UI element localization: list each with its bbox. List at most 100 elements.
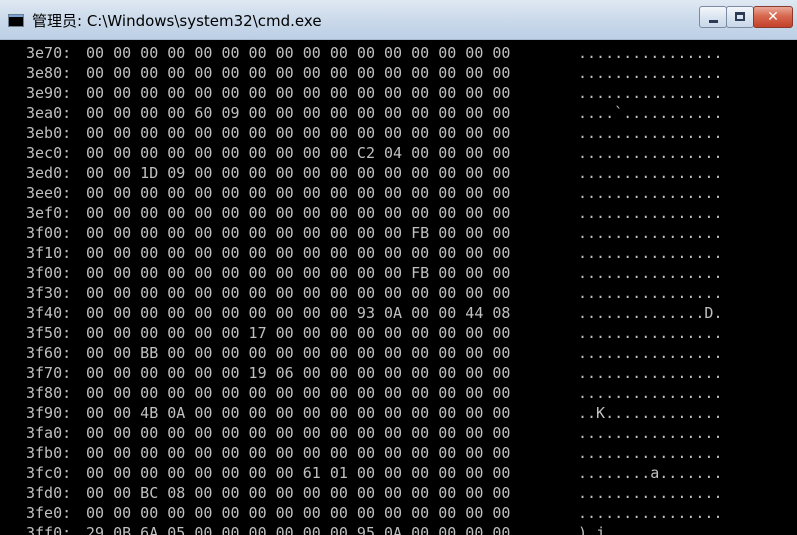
hex-dump-row: 3f50: 00 00 00 00 00 00 17 00 00 00 00 00… [0,323,797,343]
row-hex-bytes: 00 00 00 00 00 00 17 00 00 00 00 00 00 0… [86,324,511,342]
row-ascii: ................ [578,424,723,442]
row-address: 3fa0: [26,424,72,442]
row-address: 3e70: [26,44,72,62]
row-hex-bytes: 00 00 00 00 00 00 00 00 61 01 00 00 00 0… [86,464,511,482]
row-address: 3ef0: [26,204,72,222]
row-address: 3f30: [26,284,72,302]
row-address: 3ee0: [26,184,72,202]
row-hex-bytes: 00 00 00 00 00 00 00 00 00 00 93 0A 00 0… [86,304,511,322]
row-hex-bytes: 00 00 00 00 00 00 00 00 00 00 00 00 00 0… [86,44,511,62]
row-address: 3f70: [26,364,72,382]
hex-dump-row: 3f60: 00 00 BB 00 00 00 00 00 00 00 00 00… [0,343,797,363]
hex-dump-row: 3f00: 00 00 00 00 00 00 00 00 00 00 00 00… [0,223,797,243]
row-ascii: ................ [578,164,723,182]
row-address: 3ec0: [26,144,72,162]
row-hex-bytes: 00 00 00 00 00 00 00 00 00 00 00 00 00 0… [86,284,511,302]
row-address: 3e90: [26,84,72,102]
row-address: 3e80: [26,64,72,82]
row-address: 3f10: [26,244,72,262]
row-ascii: ....`........... [578,104,723,122]
row-ascii: ................ [578,84,723,102]
hex-dump-row: 3f10: 00 00 00 00 00 00 00 00 00 00 00 00… [0,243,797,263]
row-hex-bytes: 00 00 00 00 00 00 00 00 00 00 00 00 FB 0… [86,264,511,282]
row-hex-bytes: 00 00 00 00 60 09 00 00 00 00 00 00 00 0… [86,104,511,122]
row-hex-bytes: 29 0B 6A 05 00 00 00 00 00 00 95 0A 00 0… [86,524,511,535]
row-hex-bytes: 00 00 00 00 00 00 00 00 00 00 00 00 00 0… [86,84,511,102]
hex-dump-row: 3ec0: 00 00 00 00 00 00 00 00 00 00 C2 04… [0,143,797,163]
cmd-icon[interactable] [8,14,24,27]
row-address: 3eb0: [26,124,72,142]
row-address: 3fd0: [26,484,72,502]
hex-dump-row: 3f80: 00 00 00 00 00 00 00 00 00 00 00 00… [0,383,797,403]
row-ascii: ).j............. [578,524,723,535]
row-address: 3f90: [26,404,72,422]
row-ascii: ................ [578,144,723,162]
hex-dump-row: 3fb0: 00 00 00 00 00 00 00 00 00 00 00 00… [0,443,797,463]
row-ascii: ................ [578,444,723,462]
close-icon: ✕ [767,9,779,25]
row-hex-bytes: 00 00 00 00 00 00 00 00 00 00 00 00 FB 0… [86,224,511,242]
row-ascii: ................ [578,364,723,382]
hex-dump-row: 3ea0: 00 00 00 00 60 09 00 00 00 00 00 00… [0,103,797,123]
row-ascii: ................ [578,344,723,362]
row-ascii: ........a....... [578,464,723,482]
hex-dump-row: 3f90: 00 00 4B 0A 00 00 00 00 00 00 00 00… [0,403,797,423]
row-hex-bytes: 00 00 00 00 00 00 00 00 00 00 00 00 00 0… [86,124,511,142]
row-hex-bytes: 00 00 BB 00 00 00 00 00 00 00 00 00 00 0… [86,344,511,362]
row-address: 3fc0: [26,464,72,482]
row-hex-bytes: 00 00 00 00 00 00 00 00 00 00 00 00 00 0… [86,424,511,442]
hex-dump-row: 3ee0: 00 00 00 00 00 00 00 00 00 00 00 00… [0,183,797,203]
minimize-icon [709,20,718,23]
row-address: 3f60: [26,344,72,362]
hex-dump-row: 3f40: 00 00 00 00 00 00 00 00 00 00 93 0A… [0,303,797,323]
row-hex-bytes: 00 00 BC 08 00 00 00 00 00 00 00 00 00 0… [86,484,511,502]
console-output[interactable]: 3e70: 00 00 00 00 00 00 00 00 00 00 00 00… [0,40,797,535]
row-hex-bytes: 00 00 00 00 00 00 00 00 00 00 00 00 00 0… [86,384,511,402]
row-ascii: ................ [578,264,723,282]
title-bar[interactable]: 管理员: C:\Windows\system32\cmd.exe ✕ [0,0,797,40]
hex-dump-row: 3ef0: 00 00 00 00 00 00 00 00 00 00 00 00… [0,203,797,223]
row-address: 3ff0: [26,524,72,535]
hex-dump-row: 3ff0: 29 0B 6A 05 00 00 00 00 00 00 95 0A… [0,523,797,535]
row-ascii: ..............D. [578,304,723,322]
hex-dump-row: 3f00: 00 00 00 00 00 00 00 00 00 00 00 00… [0,263,797,283]
row-ascii: ................ [578,244,723,262]
hex-dump-row: 3fd0: 00 00 BC 08 00 00 00 00 00 00 00 00… [0,483,797,503]
minimize-button[interactable] [699,6,727,28]
row-hex-bytes: 00 00 00 00 00 00 00 00 00 00 C2 04 00 0… [86,144,511,162]
row-ascii: ................ [578,384,723,402]
row-ascii: ................ [578,204,723,222]
hex-dump-row: 3e80: 00 00 00 00 00 00 00 00 00 00 00 00… [0,63,797,83]
hex-dump-row: 3f30: 00 00 00 00 00 00 00 00 00 00 00 00… [0,283,797,303]
row-hex-bytes: 00 00 00 00 00 00 00 00 00 00 00 00 00 0… [86,64,511,82]
hex-dump-row: 3fe0: 00 00 00 00 00 00 00 00 00 00 00 00… [0,503,797,523]
row-address: 3ea0: [26,104,72,122]
window-title: 管理员: C:\Windows\system32\cmd.exe [32,12,322,30]
hex-dump-row: 3e90: 00 00 00 00 00 00 00 00 00 00 00 00… [0,83,797,103]
row-address: 3fe0: [26,504,72,522]
close-button[interactable]: ✕ [753,6,793,28]
maximize-icon [735,12,745,21]
maximize-button[interactable] [726,6,754,28]
hex-dump-row: 3eb0: 00 00 00 00 00 00 00 00 00 00 00 00… [0,123,797,143]
row-address: 3f50: [26,324,72,342]
row-hex-bytes: 00 00 00 00 00 00 00 00 00 00 00 00 00 0… [86,204,511,222]
row-hex-bytes: 00 00 1D 09 00 00 00 00 00 00 00 00 00 0… [86,164,511,182]
cmd-window: 管理员: C:\Windows\system32\cmd.exe ✕ 3e70:… [0,0,797,535]
hex-dump-row: 3fc0: 00 00 00 00 00 00 00 00 61 01 00 00… [0,463,797,483]
cmd-icon-bar [9,15,23,17]
row-hex-bytes: 00 00 00 00 00 00 00 00 00 00 00 00 00 0… [86,184,511,202]
row-ascii: ................ [578,504,723,522]
row-address: 3f80: [26,384,72,402]
row-ascii: ................ [578,44,723,62]
row-hex-bytes: 00 00 00 00 00 00 19 06 00 00 00 00 00 0… [86,364,511,382]
row-address: 3ed0: [26,164,72,182]
row-ascii: ..K............. [578,404,723,422]
row-ascii: ................ [578,184,723,202]
row-ascii: ................ [578,64,723,82]
hex-dump-row: 3ed0: 00 00 1D 09 00 00 00 00 00 00 00 00… [0,163,797,183]
row-hex-bytes: 00 00 00 00 00 00 00 00 00 00 00 00 00 0… [86,444,511,462]
row-hex-bytes: 00 00 4B 0A 00 00 00 00 00 00 00 00 00 0… [86,404,511,422]
hex-dump-row: 3f70: 00 00 00 00 00 00 19 06 00 00 00 00… [0,363,797,383]
row-ascii: ................ [578,124,723,142]
